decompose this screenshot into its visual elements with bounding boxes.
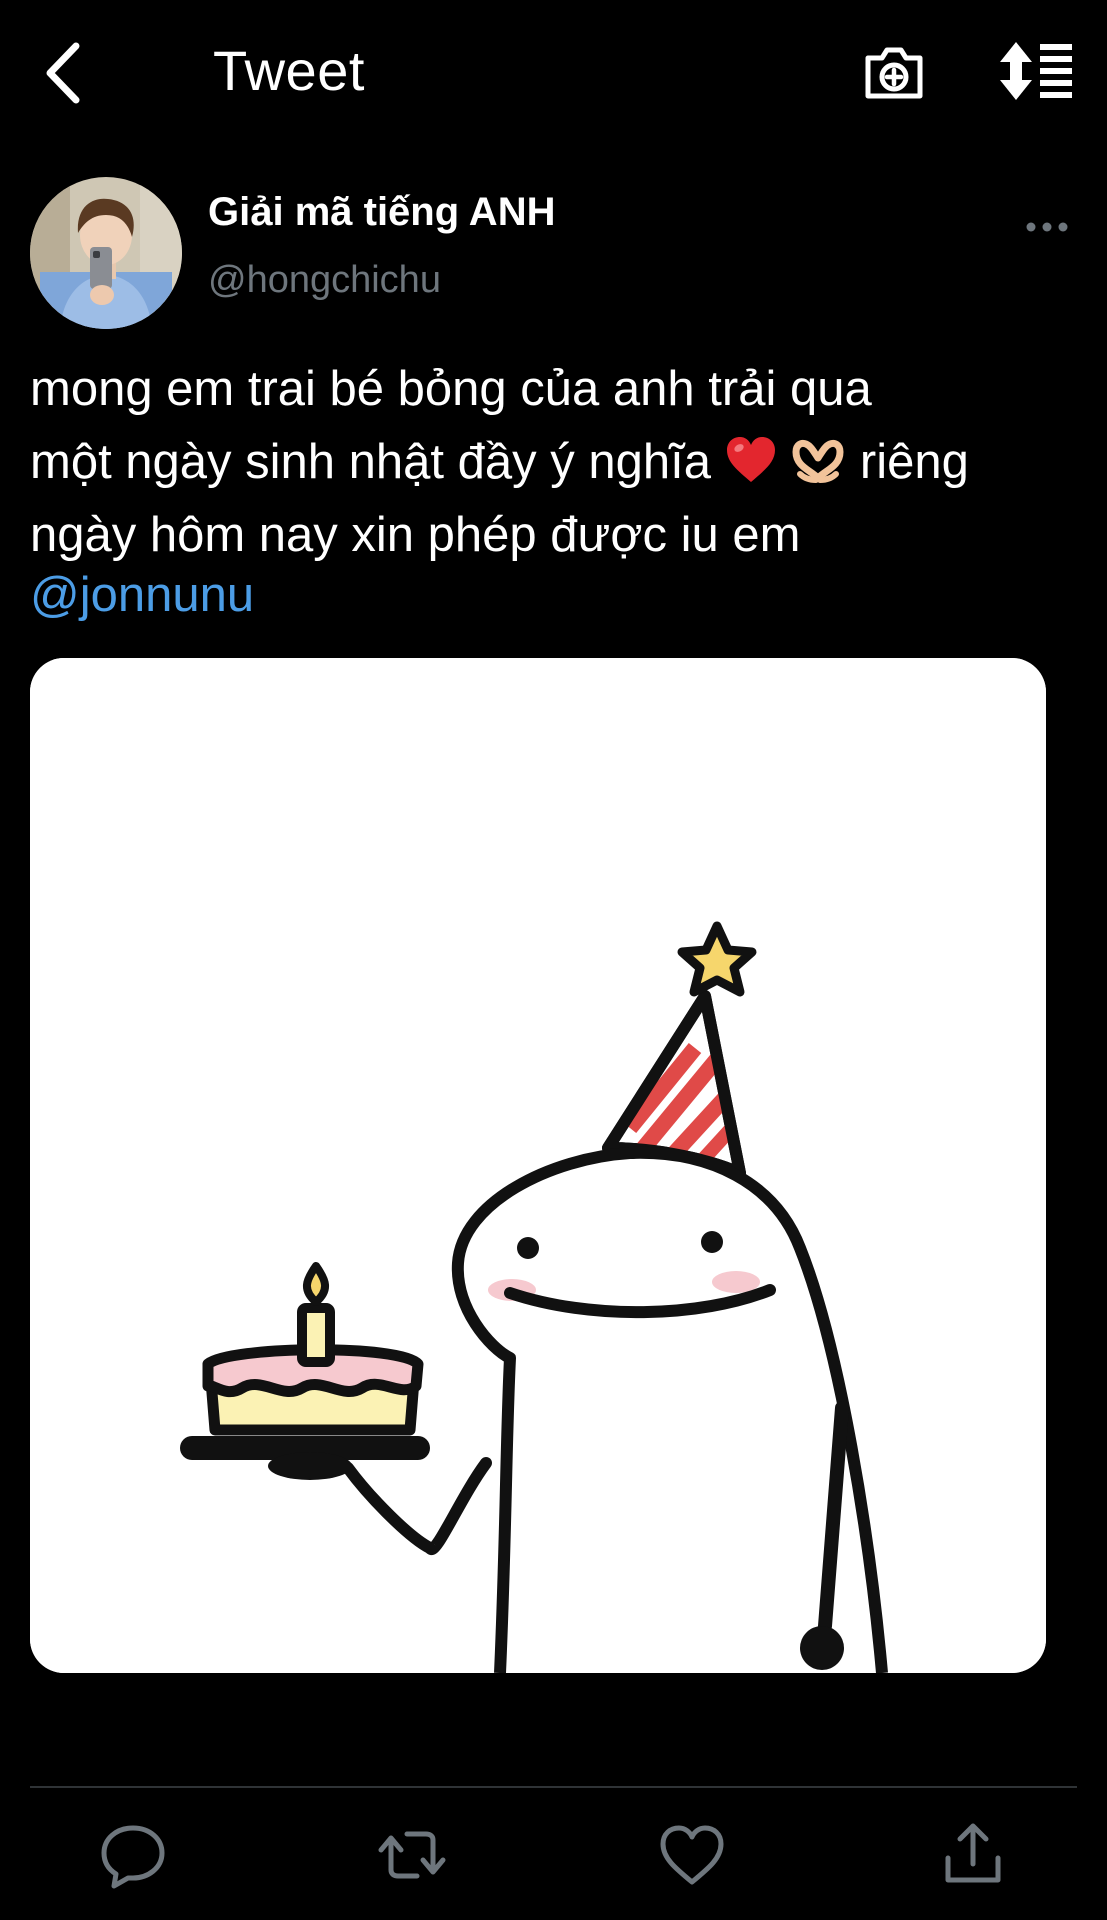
tweet-text-line: một ngày sinh nhật đầy ý nghĩa riêng bbox=[30, 426, 1100, 499]
page-title: Tweet bbox=[213, 39, 365, 102]
share-button[interactable] bbox=[938, 1820, 1008, 1890]
tweet-text: mong em trai bé bỏng của anh trải qua mộ… bbox=[30, 353, 1100, 572]
tweet-text-line: mong em trai bé bỏng của anh trải qua bbox=[30, 362, 872, 416]
retweet-icon bbox=[378, 1831, 446, 1879]
author-handle[interactable]: @hongchichu bbox=[208, 257, 441, 303]
heart-hands-icon bbox=[792, 439, 844, 483]
mention-link[interactable]: @jonnunu bbox=[30, 559, 254, 632]
top-bar: Tweet bbox=[0, 0, 1107, 145]
reply-bubble-icon bbox=[101, 1825, 165, 1889]
tweet-media-image[interactable] bbox=[30, 658, 1046, 1673]
more-options-button[interactable] bbox=[1022, 210, 1072, 244]
like-button[interactable] bbox=[657, 1820, 727, 1890]
more-dots-icon bbox=[1026, 222, 1068, 232]
camera-button[interactable] bbox=[862, 40, 926, 104]
retweet-button[interactable] bbox=[377, 1820, 447, 1890]
back-button[interactable] bbox=[40, 38, 90, 108]
heart-icon bbox=[660, 1825, 724, 1885]
action-bar bbox=[0, 1820, 1107, 1900]
tweet-text-segment: một ngày sinh nhật đầy ý nghĩa bbox=[30, 435, 711, 489]
birthday-cake-illustration bbox=[30, 658, 1046, 1673]
share-upload-icon bbox=[945, 1823, 1001, 1883]
sort-button[interactable] bbox=[996, 40, 1074, 102]
divider bbox=[30, 1786, 1077, 1788]
red-heart-icon bbox=[726, 437, 775, 482]
tweet-text-segment: riêng bbox=[859, 435, 969, 489]
camera-plus-icon bbox=[865, 47, 923, 99]
author-display-name[interactable]: Giải mã tiếng ANH bbox=[208, 188, 555, 236]
reply-button[interactable] bbox=[98, 1820, 168, 1890]
avatar[interactable] bbox=[30, 177, 182, 329]
profile-photo bbox=[30, 177, 182, 329]
sort-list-icon bbox=[1000, 42, 1072, 100]
chevron-left-icon bbox=[46, 42, 80, 104]
